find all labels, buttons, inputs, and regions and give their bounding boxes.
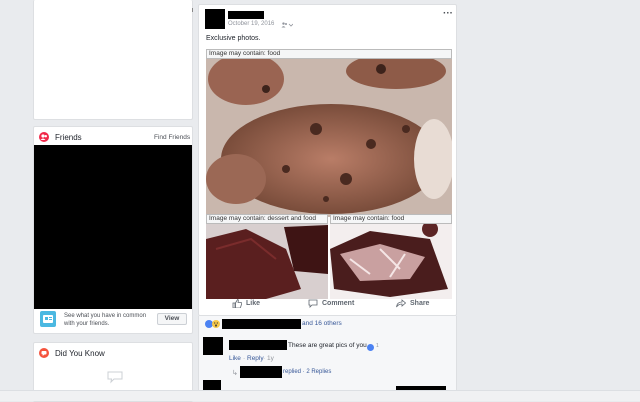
friends-title: Friends [55, 133, 82, 142]
author-avatar[interactable] [205, 9, 225, 29]
friends-photo-grid[interactable] [34, 145, 192, 309]
view-replies-link[interactable]: replied · 2 Replies [283, 369, 331, 375]
comment-reply-link[interactable]: Reply [247, 355, 264, 362]
photo-alt-text: Image may contain: dessert and food [206, 214, 328, 224]
separator: · [263, 355, 266, 362]
friends-icon[interactable] [281, 22, 294, 30]
like-icon [232, 298, 242, 308]
post-card: October 19, 2016 ··· Exclusive photos. I… [198, 4, 457, 316]
browser-status-bar [0, 390, 640, 401]
reactions-others-link[interactable]: and 16 others [302, 320, 342, 327]
author-name[interactable] [228, 11, 264, 19]
friends-promo-text: See what you have in common with your fr… [64, 313, 147, 327]
post-text: Exclusive photos. [206, 35, 261, 42]
comment-text: These are great pics of you [288, 342, 367, 349]
view-button[interactable]: View [157, 313, 187, 325]
reply-author-name[interactable] [240, 366, 282, 378]
post-timestamp[interactable]: October 19, 2016 [228, 21, 274, 27]
photo-alt-text: Image may contain: food [206, 49, 452, 59]
reaction-count: 1 [376, 343, 379, 349]
post-photo-right[interactable] [330, 219, 452, 299]
comment-label: Comment [322, 299, 355, 307]
share-icon [396, 298, 406, 307]
friends-card: Friends Find Friends See what you have i… [33, 126, 193, 334]
commenter-name[interactable] [229, 340, 287, 350]
separator: · [243, 355, 246, 362]
like-badge-icon [367, 344, 374, 351]
post-photo-left[interactable] [206, 219, 328, 299]
reactor-names[interactable] [222, 319, 301, 329]
reply-arrow-icon: ↳ [232, 370, 238, 377]
share-label: Share [410, 299, 430, 307]
speech-bubble-icon [106, 370, 124, 386]
comment-button[interactable]: Comment [308, 296, 354, 310]
wow-reaction-icon [212, 320, 220, 328]
friends-icon [39, 132, 49, 142]
share-button[interactable]: Share [396, 296, 429, 310]
like-button[interactable]: Like [232, 296, 260, 310]
did-you-know-title: Did You Know [55, 349, 105, 358]
common-friends-icon [40, 311, 56, 327]
comment-age[interactable]: 1y [267, 355, 274, 362]
like-label: Like [246, 299, 261, 307]
edge-marker [192, 8, 193, 12]
post-options-button[interactable]: ··· [443, 8, 453, 19]
comment-like-link[interactable]: Like [229, 355, 241, 362]
commenter-avatar[interactable] [203, 337, 223, 355]
left-top-card [33, 0, 193, 120]
find-friends-link[interactable]: Find Friends [154, 134, 190, 141]
comment-icon [308, 299, 318, 308]
photo-alt-text: Image may contain: food [330, 214, 452, 224]
post-photo-main[interactable] [206, 49, 452, 217]
did-you-know-icon [39, 348, 49, 358]
